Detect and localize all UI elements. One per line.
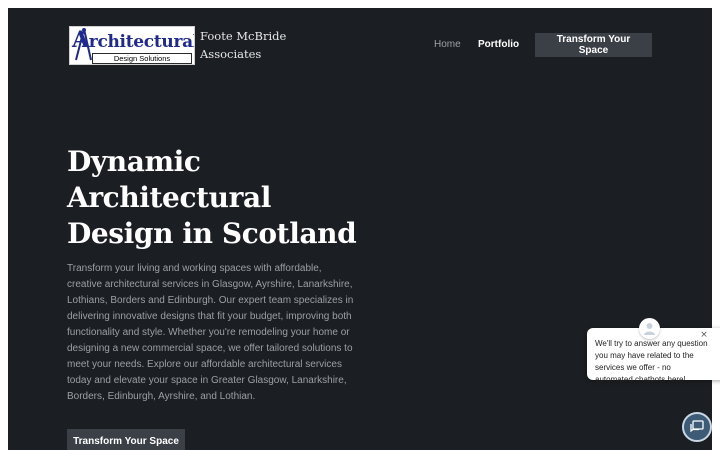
hero-title: Dynamic Architectural Design in Scotland (67, 145, 357, 250)
nav-home-link[interactable]: Home (434, 39, 461, 50)
site-logo[interactable]: Architectural Design Solutions (69, 26, 195, 65)
logo-subtitle: Design Solutions (92, 53, 192, 64)
header-cta-button[interactable]: Transform Your Space (535, 33, 652, 57)
hero-description: Transform your living and working spaces… (67, 263, 354, 402)
close-icon[interactable]: × (698, 329, 710, 341)
user-avatar-icon (639, 318, 660, 339)
chat-icon[interactable] (682, 412, 712, 442)
chat-greeting-text: We'll try to answer any question you may… (595, 339, 708, 384)
nav-portfolio-link[interactable]: Portfolio (478, 39, 519, 50)
logo-title-rest: rchitectural (88, 32, 195, 52)
hero-cta-button[interactable]: Transform Your Space (67, 429, 185, 450)
logo-initial: A (72, 27, 89, 53)
logo-title: Architectural (72, 27, 195, 53)
company-name[interactable]: Foote McBride Associates (200, 27, 290, 63)
